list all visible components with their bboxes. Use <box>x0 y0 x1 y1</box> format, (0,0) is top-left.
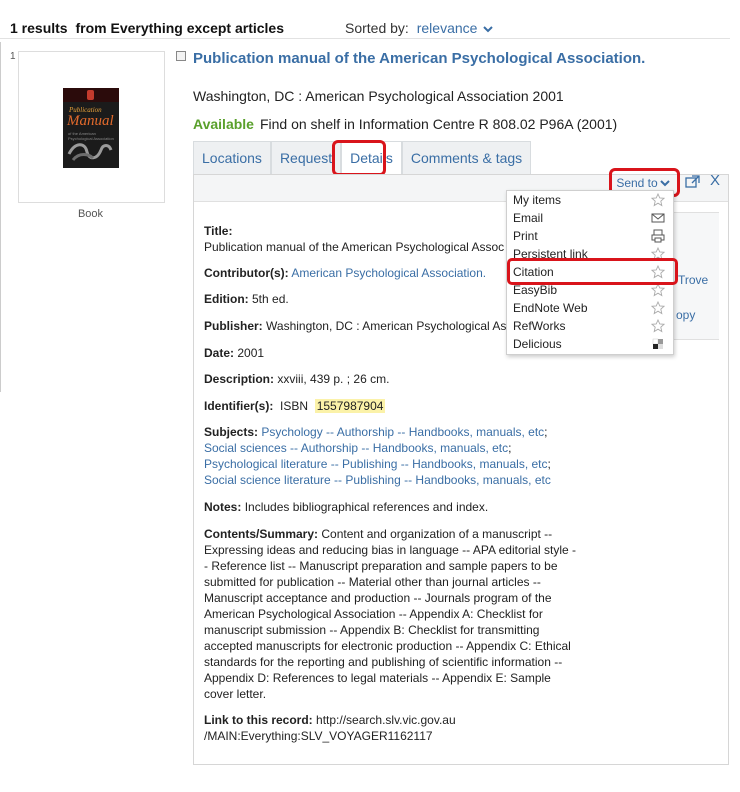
tab-request[interactable]: Request <box>270 141 342 174</box>
isbn-value: 1557987904 <box>314 399 386 413</box>
field-description-label: Description: <box>204 372 275 386</box>
tab-locations[interactable]: Locations <box>193 141 271 174</box>
field-record-link: Link to this record: http://search.slv.v… <box>204 712 584 744</box>
citation-highlight <box>507 258 678 285</box>
availability-line: Available Find on shelf in Information Ce… <box>193 116 617 132</box>
field-description-value: xxviii, 439 p. ; 26 cm. <box>277 372 390 386</box>
menu-item-print[interactable]: Print <box>507 227 673 245</box>
publication-info: Washington, DC : American Psychological … <box>193 88 564 104</box>
menu-item-refworks[interactable]: RefWorks <box>507 317 673 335</box>
left-divider <box>0 42 1 392</box>
star-icon <box>651 301 665 315</box>
field-contributor-label: Contributor(s): <box>204 266 289 280</box>
field-identifier-label: Identifier(s): <box>204 399 274 413</box>
field-identifier: Identifier(s): ISBN 1557987904 <box>204 398 584 414</box>
field-contents-label: Contents/Summary: <box>204 527 319 541</box>
menu-item-delicious[interactable]: Delicious <box>507 335 673 353</box>
field-edition-value: 5th ed. <box>252 292 289 306</box>
cover-swirl-icon <box>67 143 113 162</box>
results-scope: from Everything except articles <box>75 20 285 36</box>
format-label: Book <box>77 208 104 220</box>
field-description: Description: xxviii, 439 p. ; 26 cm. <box>204 371 584 387</box>
field-record-link-label: Link to this record: <box>204 713 313 727</box>
tab-comments-tags[interactable]: Comments & tags <box>401 141 532 174</box>
chevron-down-icon[interactable] <box>483 25 494 33</box>
subject-link[interactable]: Social sciences -- Authorship -- Handboo… <box>204 441 508 455</box>
record-link-part-2[interactable]: /MAIN:Everything:SLV_VOYAGER1162117 <box>204 729 433 743</box>
close-icon[interactable]: X <box>706 172 724 190</box>
header-divider <box>0 38 730 39</box>
menu-item-my-items[interactable]: My items <box>507 191 673 209</box>
availability-status: Available <box>193 116 254 132</box>
result-title-link[interactable]: Publication manual of the American Psych… <box>193 50 645 67</box>
subject-link[interactable]: Social science literature -- Publishing … <box>204 473 551 487</box>
details-tab-highlight <box>332 140 386 176</box>
sort-control[interactable]: Sorted by: relevance <box>345 20 494 36</box>
results-count: 1 results <box>10 20 68 36</box>
isbn-prefix: ISBN <box>280 399 309 413</box>
sort-label: Sorted by: <box>345 20 409 36</box>
result-number: 1 <box>10 51 16 62</box>
menu-item-email[interactable]: Email <box>507 209 673 227</box>
field-subjects-label: Subjects: <box>204 425 259 439</box>
field-publisher-label: Publisher: <box>204 319 263 333</box>
field-notes: Notes: Includes bibliographical referenc… <box>204 499 584 515</box>
book-cover-image[interactable]: Publication Manual of the American Psych… <box>63 88 119 168</box>
book-thumbnail[interactable]: Publication Manual of the American Psych… <box>18 51 165 203</box>
delicious-icon <box>652 338 663 349</box>
popout-window-icon[interactable] <box>684 174 702 190</box>
field-edition-label: Edition: <box>204 292 249 306</box>
envelope-icon <box>651 213 665 223</box>
availability-location: Find on shelf in Information Centre R 80… <box>259 116 618 132</box>
field-contents: Contents/Summary: Content and organizati… <box>204 526 578 702</box>
star-icon <box>651 193 665 207</box>
field-notes-label: Notes: <box>204 500 242 514</box>
cover-line-2: Manual <box>67 113 114 129</box>
field-title-value: Publication manual of the American Psych… <box>204 240 505 254</box>
contributor-link[interactable]: American Psychological Association. <box>291 266 486 280</box>
field-publisher-value: Washington, DC : American Psychological … <box>266 319 507 333</box>
select-checkbox[interactable] <box>176 51 186 61</box>
menu-item-endnote-web[interactable]: EndNote Web <box>507 299 673 317</box>
apa-logo-icon <box>87 90 94 100</box>
printer-icon <box>651 229 665 243</box>
field-date-value: 2001 <box>237 346 265 360</box>
subject-link[interactable]: Psychology -- Authorship -- Handbooks, m… <box>261 425 544 439</box>
sort-value[interactable]: relevance <box>417 20 478 36</box>
field-contents-value: Content and organization of a manuscript… <box>204 527 576 701</box>
field-title-label: Title: <box>204 224 233 238</box>
trove-link[interactable]: Trove <box>678 273 708 287</box>
subject-link[interactable]: Psychological literature -- Publishing -… <box>204 457 548 471</box>
record-link-part-1[interactable]: http://search.slv.vic.gov.au <box>316 713 456 727</box>
results-summary: 1 results from Everything except article… <box>10 20 284 36</box>
star-icon <box>651 319 665 333</box>
field-subjects: Subjects: Psychology -- Authorship -- Ha… <box>204 425 551 487</box>
field-notes-value: Includes bibliographical references and … <box>244 500 489 514</box>
copy-link[interactable]: opy <box>676 308 695 322</box>
field-date-label: Date: <box>204 346 235 360</box>
star-icon <box>651 283 665 297</box>
